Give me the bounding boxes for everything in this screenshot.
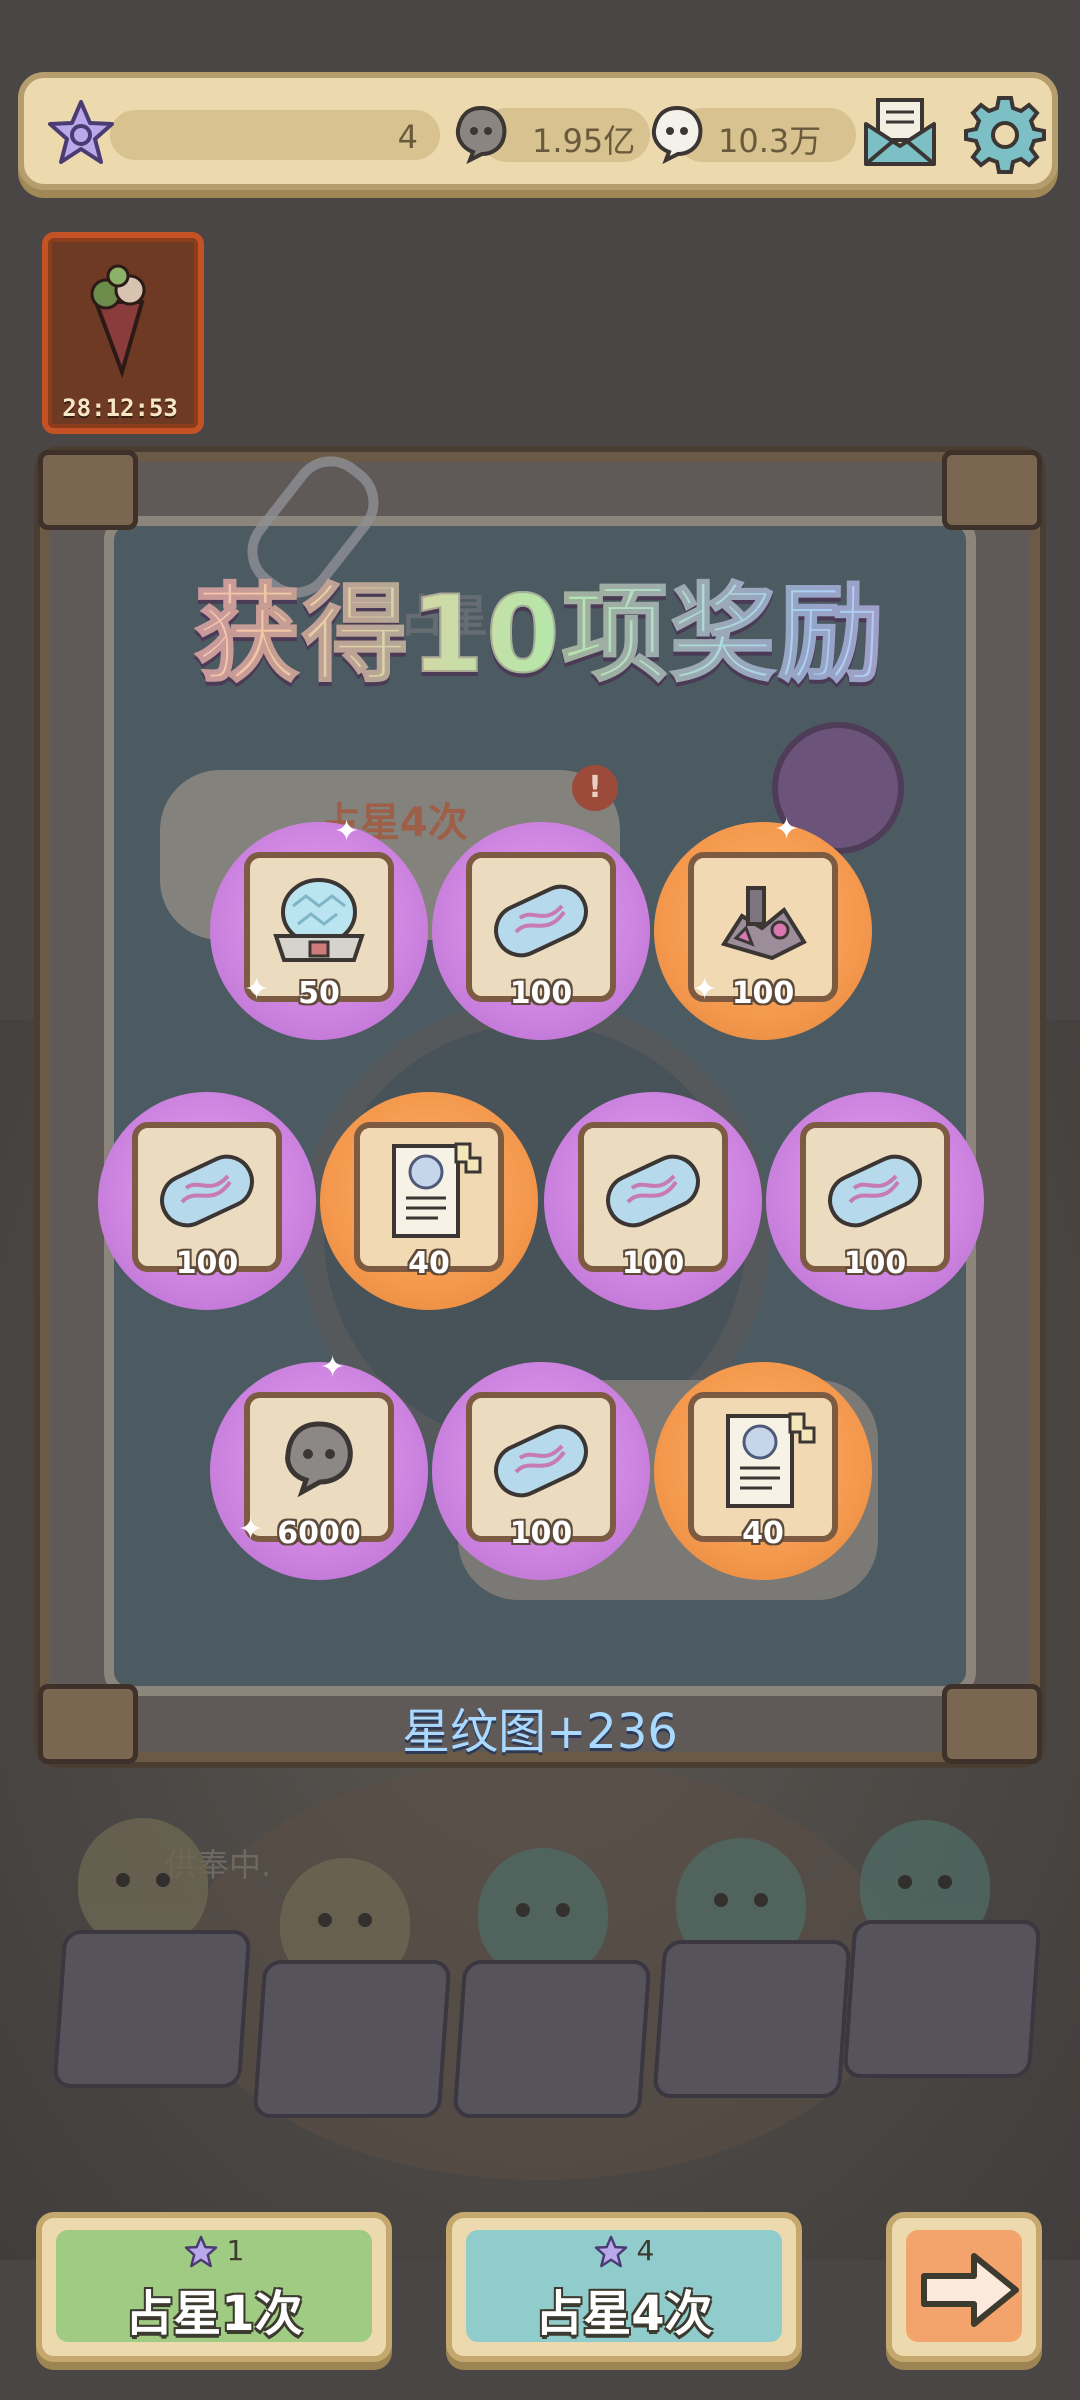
draw-one-cost: 1 xyxy=(42,2234,386,2269)
sparkle-icon: ✦ xyxy=(320,1350,346,1385)
reward-item[interactable]: 100 xyxy=(544,1092,762,1310)
blue-capsule-icon xyxy=(606,1154,700,1228)
ghost-currency-value: 10.3万 xyxy=(718,122,822,160)
next-button[interactable] xyxy=(886,2212,1042,2362)
altar-stone[interactable] xyxy=(842,1920,1042,2078)
soul-currency-value: 1.95亿 xyxy=(532,122,636,160)
ghost-coin-icon xyxy=(285,1421,353,1498)
event-offer[interactable]: 28:12:53 xyxy=(30,222,210,434)
star-icon xyxy=(594,2235,627,2268)
machine-parts-icon xyxy=(720,886,807,961)
reward-quantity: 40 xyxy=(742,1516,784,1551)
scroll-fragment-icon xyxy=(392,1142,482,1238)
draw-four-label: 占星4次 xyxy=(535,2286,713,2342)
star-icon xyxy=(48,100,114,164)
altar-stone[interactable] xyxy=(452,1960,652,2118)
reward-item[interactable]: 100 xyxy=(766,1092,984,1310)
reward-quantity: 40 xyxy=(408,1246,450,1281)
sparkle-icon: ✦ xyxy=(244,972,270,1007)
reward-item[interactable]: 100 ✦ ✦ xyxy=(654,812,872,1040)
star-icon xyxy=(184,2235,217,2268)
reward-quantity: 100 xyxy=(843,1246,907,1281)
blue-capsule-icon xyxy=(494,884,588,958)
bonus-text: 星纹图+236 xyxy=(402,1704,678,1760)
soul-currency: 1.95亿 xyxy=(450,105,650,164)
reward-quantity: 50 xyxy=(298,976,340,1011)
star-count: 4 xyxy=(397,118,418,156)
reward-quantity: 100 xyxy=(621,1246,685,1281)
soul-coin-icon xyxy=(455,105,507,164)
altar-stone[interactable] xyxy=(652,1940,852,2098)
blue-capsule-icon xyxy=(828,1154,922,1228)
altar-stone[interactable] xyxy=(252,1960,452,2118)
sparkle-icon: ✦ xyxy=(334,814,360,849)
reward-quantity: 100 xyxy=(509,1516,573,1551)
reward-quantity: 100 xyxy=(175,1246,239,1281)
reward-item[interactable]: 100 xyxy=(98,1092,316,1310)
resource-bar: 4 1.95亿 10.3万 xyxy=(18,72,1058,190)
reward-item[interactable]: 6000 ✦ ✦ xyxy=(210,1350,428,1580)
draw-one-label: 占星1次 xyxy=(125,2286,303,2342)
sparkle-icon: ✦ xyxy=(774,812,800,847)
blue-capsule-icon xyxy=(160,1154,254,1228)
mail-icon[interactable] xyxy=(860,94,940,170)
reward-item[interactable]: 100 xyxy=(432,822,650,1040)
crystal-dome-icon xyxy=(273,878,365,962)
bouquet-icon xyxy=(90,264,146,379)
scroll-fragment-icon xyxy=(726,1412,816,1508)
gear-icon[interactable] xyxy=(964,92,1046,174)
ghost-figure xyxy=(478,1848,608,1978)
alert-badge: ! xyxy=(572,765,618,811)
event-timer: 28:12:53 xyxy=(62,394,178,422)
reward-item[interactable]: 40 xyxy=(320,1092,538,1310)
reward-title: 获得10项奖励 xyxy=(0,548,1080,702)
arrow-right-icon xyxy=(921,2253,1019,2327)
ghost-coin-icon xyxy=(651,105,703,164)
reward-quantity: 100 xyxy=(509,976,573,1011)
star-counter: 4 xyxy=(110,110,440,160)
reward-item[interactable]: 100 xyxy=(432,1362,650,1580)
draw-one-button[interactable]: 1 占星1次 xyxy=(36,2212,392,2362)
draw-four-cost: 4 xyxy=(452,2234,796,2269)
draw-four-button[interactable]: 4 占星4次 xyxy=(446,2212,802,2362)
sparkle-icon: ✦ xyxy=(692,972,718,1007)
blue-capsule-icon xyxy=(494,1424,588,1498)
ghost-figure xyxy=(78,1818,208,1948)
reward-item[interactable]: 50 ✦ ✦ xyxy=(210,814,428,1040)
reward-item[interactable]: 40 xyxy=(654,1362,872,1580)
sparkle-icon: ✦ xyxy=(238,1512,264,1547)
reward-quantity: 100 xyxy=(731,976,795,1011)
ghost-currency: 10.3万 xyxy=(646,105,856,164)
altar-stone[interactable] xyxy=(52,1930,252,2088)
